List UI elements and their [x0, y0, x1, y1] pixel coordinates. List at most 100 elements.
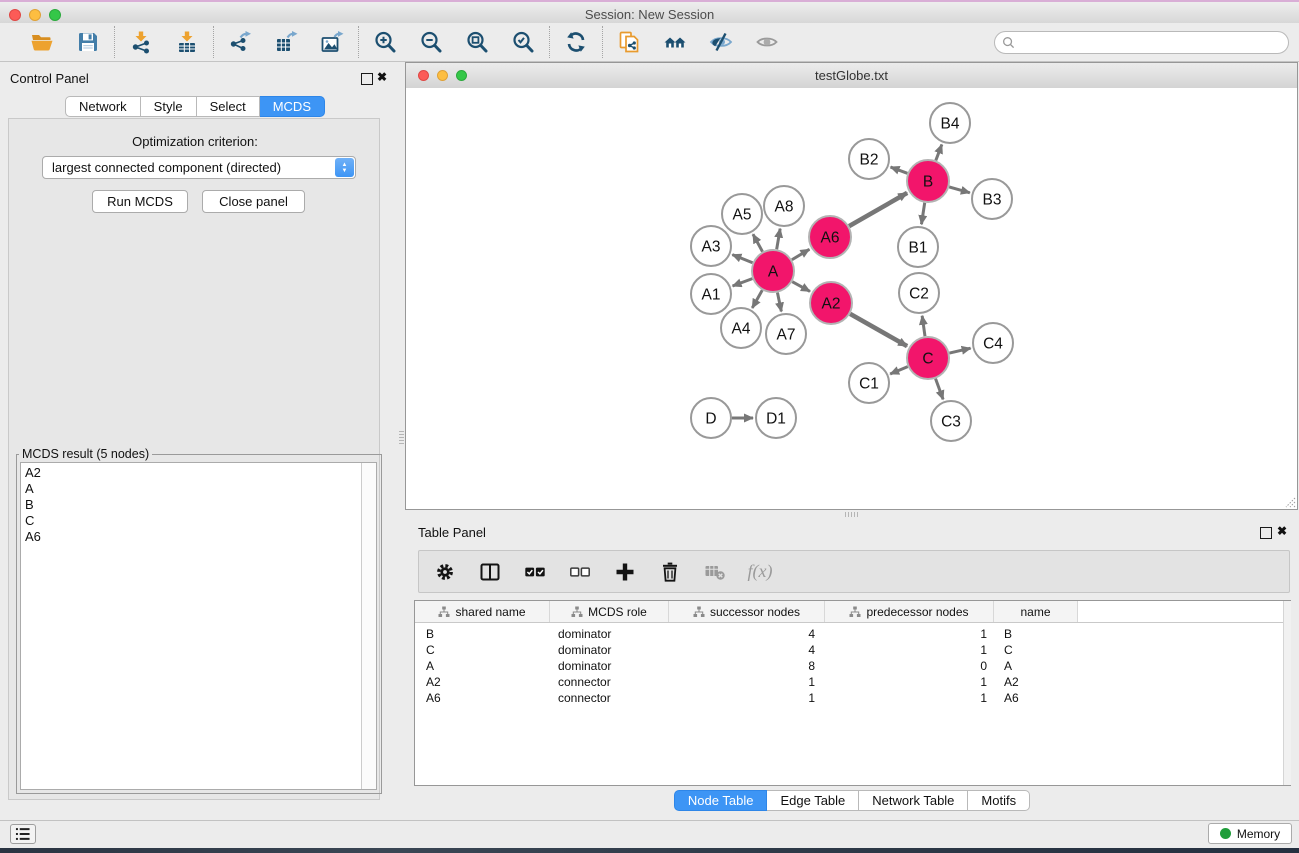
mcds-list-scrollbar[interactable] [361, 463, 376, 789]
table-row[interactable]: Adominator80A [415, 658, 1290, 674]
apply-layout-icon[interactable] [563, 29, 589, 55]
graph-edge-A-A3[interactable] [732, 255, 752, 263]
table-cell: dominator [550, 643, 669, 657]
table-cell: B [994, 627, 1078, 641]
graph-node-label: A3 [702, 239, 721, 256]
graph-edge-C-C2[interactable] [922, 316, 925, 336]
table-cell: A6 [415, 691, 550, 705]
open-session-icon[interactable] [29, 29, 55, 55]
tab-style[interactable]: Style [141, 96, 197, 117]
table-panel-close-icon[interactable]: ✖ [1277, 524, 1287, 538]
graph-edge-B-B3[interactable] [949, 187, 970, 193]
graph-edge-A2-C[interactable] [850, 314, 907, 346]
mcds-result-item[interactable]: A6 [25, 529, 376, 545]
optimization-criterion-value: largest connected component (directed) [43, 160, 335, 175]
table-row[interactable]: Bdominator41B [415, 626, 1290, 642]
graph-edge-A-A1[interactable] [733, 279, 753, 286]
control-panel-close-icon[interactable]: ✖ [377, 70, 387, 84]
column-header-successor-nodes[interactable]: successor nodes [669, 601, 825, 622]
export-table-icon[interactable] [273, 29, 299, 55]
graph-edge-A-A6[interactable] [792, 249, 809, 259]
mcds-result-item[interactable]: A [25, 481, 376, 497]
table-header-filler [1078, 601, 1290, 622]
table-row[interactable]: A6connector11A6 [415, 690, 1290, 706]
tab-node-table[interactable]: Node Table [674, 790, 768, 811]
optimization-criterion-select[interactable]: largest connected component (directed) ▲… [42, 156, 356, 179]
search-input[interactable] [1020, 35, 1274, 51]
table-panel-float-icon[interactable] [1260, 527, 1272, 539]
graph-edge-A-A5[interactable] [753, 234, 763, 251]
graph-node-label: B1 [909, 240, 928, 257]
select-all-icon[interactable] [521, 558, 549, 586]
zoom-selected-icon[interactable] [510, 29, 536, 55]
deselect-all-icon[interactable] [566, 558, 594, 586]
function-builder-icon[interactable]: f(x) [746, 558, 774, 586]
tab-network[interactable]: Network [65, 96, 141, 117]
graph-node-label: C1 [859, 376, 879, 393]
add-column-icon[interactable] [611, 558, 639, 586]
shared-column-icon [849, 606, 861, 618]
mcds-result-list[interactable]: A2ABCA6 [20, 462, 377, 790]
table-cell: B [415, 627, 550, 641]
column-header-MCDS-role[interactable]: MCDS role [550, 601, 669, 622]
hide-selected-icon[interactable] [708, 29, 734, 55]
split-divider-grip[interactable] [399, 431, 404, 445]
graph-edge-A-A7[interactable] [777, 293, 781, 312]
network-canvas[interactable]: B4B2BB3A8A5A6A3B1AC2A1A2A4A7C4CC1DD1C3 [406, 88, 1297, 509]
dropdown-stepper-icon: ▲▼ [335, 158, 354, 177]
mcds-result-item[interactable]: C [25, 513, 376, 529]
table-cell: connector [550, 691, 669, 705]
table-scrollbar[interactable] [1283, 601, 1291, 785]
tab-select[interactable]: Select [197, 96, 260, 117]
zoom-out-icon[interactable] [418, 29, 444, 55]
memory-label: Memory [1237, 827, 1280, 841]
delete-table-icon[interactable] [701, 558, 729, 586]
graph-edge-A-A4[interactable] [752, 290, 762, 308]
tab-motifs[interactable]: Motifs [968, 790, 1030, 811]
tab-edge-table[interactable]: Edge Table [767, 790, 859, 811]
close-panel-button[interactable]: Close panel [202, 190, 305, 213]
graph-node-label: A5 [733, 207, 752, 224]
graph-edge-B-B4[interactable] [936, 145, 942, 161]
import-table-icon[interactable] [174, 29, 200, 55]
table-row[interactable]: Cdominator41C [415, 642, 1290, 658]
control-panel-float-icon[interactable] [361, 73, 373, 85]
graph-edge-A-A8[interactable] [777, 229, 780, 250]
table-row[interactable]: A2connector11A2 [415, 674, 1290, 690]
column-header-shared-name[interactable]: shared name [415, 601, 550, 622]
graph-node-label: C2 [909, 286, 929, 303]
zoom-fit-icon[interactable] [464, 29, 490, 55]
task-history-button[interactable] [10, 824, 36, 844]
new-network-from-selection-icon[interactable] [616, 29, 642, 55]
window-resize-grip-icon[interactable] [1283, 495, 1296, 508]
zoom-in-icon[interactable] [372, 29, 398, 55]
tab-mcds[interactable]: MCDS [260, 96, 325, 117]
mcds-result-item[interactable]: B [25, 497, 376, 513]
column-header-name[interactable]: name [994, 601, 1078, 622]
first-neighbors-icon[interactable] [662, 29, 688, 55]
graph-edge-C-C1[interactable] [890, 367, 908, 374]
split-divider-grip[interactable] [845, 512, 859, 517]
graph-edge-B-B2[interactable] [891, 167, 908, 173]
delete-column-icon[interactable] [656, 558, 684, 586]
export-network-icon[interactable] [227, 29, 253, 55]
column-header-predecessor-nodes[interactable]: predecessor nodes [825, 601, 994, 622]
save-session-icon[interactable] [75, 29, 101, 55]
show-all-icon[interactable] [754, 29, 780, 55]
run-mcds-button[interactable]: Run MCDS [92, 190, 188, 213]
graph-edge-C-C4[interactable] [949, 348, 970, 353]
graph-edge-A-A2[interactable] [792, 282, 810, 292]
network-view-titlebar: testGlobe.txt [406, 63, 1297, 89]
show-column-icon[interactable] [476, 558, 504, 586]
graph-node-label: A2 [822, 296, 841, 313]
graph-edge-B-B1[interactable] [921, 203, 924, 225]
memory-button[interactable]: Memory [1208, 823, 1292, 844]
export-image-icon[interactable] [319, 29, 345, 55]
search-field[interactable] [994, 31, 1289, 54]
column-settings-icon[interactable] [431, 558, 459, 586]
import-network-icon[interactable] [128, 29, 154, 55]
mcds-result-item[interactable]: A2 [25, 465, 376, 481]
graph-edge-C-C3[interactable] [936, 379, 944, 400]
graph-edge-A6-B[interactable] [849, 193, 907, 226]
tab-network-table[interactable]: Network Table [859, 790, 968, 811]
